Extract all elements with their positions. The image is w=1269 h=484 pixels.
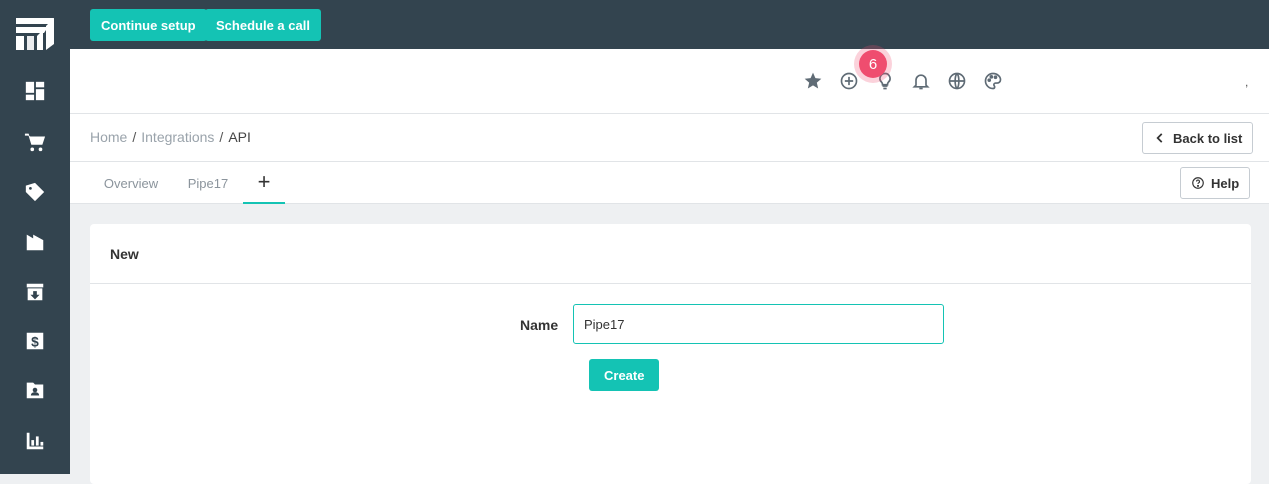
warehouse-icon[interactable] <box>23 230 47 254</box>
inbox-icon[interactable] <box>23 280 47 304</box>
back-to-list-label: Back to list <box>1173 130 1243 146</box>
globe-icon[interactable] <box>946 70 968 92</box>
help-button[interactable]: Help <box>1180 167 1251 199</box>
cart-icon[interactable] <box>23 130 47 154</box>
breadcrumb-bar: Home / Integrations / API Back to list <box>70 114 1269 162</box>
back-to-list-button[interactable]: Back to list <box>1142 122 1254 154</box>
star-icon[interactable] <box>802 70 824 92</box>
chart-icon[interactable] <box>23 429 47 453</box>
card-title: New <box>90 224 1251 284</box>
new-integration-card: New Name Create <box>90 224 1251 484</box>
dollar-icon[interactable]: $ <box>23 329 47 353</box>
breadcrumb-home[interactable]: Home <box>90 129 127 145</box>
notification-count-badge[interactable]: 6 <box>859 50 887 78</box>
tab-bar: Overview Pipe17 + Help <box>70 162 1269 204</box>
header: 6 , <box>70 49 1269 114</box>
palette-icon[interactable] <box>982 70 1004 92</box>
create-button[interactable]: Create <box>589 359 660 391</box>
breadcrumb-separator: / <box>219 129 224 145</box>
name-input[interactable] <box>573 304 944 344</box>
app-logo[interactable] <box>14 14 56 52</box>
continue-setup-button[interactable]: Continue setup <box>90 9 207 41</box>
breadcrumb: Home / Integrations / API <box>90 129 251 145</box>
help-label: Help <box>1211 175 1240 191</box>
schedule-call-button[interactable]: Schedule a call <box>205 9 321 41</box>
tag-icon[interactable] <box>23 180 47 204</box>
sidebar: $ <box>0 0 70 474</box>
svg-text:$: $ <box>31 335 39 350</box>
dashboard-icon[interactable] <box>23 79 47 103</box>
contact-icon[interactable] <box>23 378 47 402</box>
name-label: Name <box>520 317 559 333</box>
header-trailing-mark: , <box>1245 75 1249 89</box>
tab-pipe17[interactable]: Pipe17 <box>178 162 238 204</box>
breadcrumb-current: API <box>228 129 251 145</box>
chevron-left-icon <box>1156 133 1163 143</box>
breadcrumb-integrations[interactable]: Integrations <box>141 129 214 145</box>
tab-overview[interactable]: Overview <box>92 162 170 204</box>
add-circle-icon[interactable] <box>838 70 860 92</box>
top-bar: Continue setup Schedule a call <box>70 0 1269 49</box>
help-circle-icon <box>1192 177 1204 189</box>
bell-icon[interactable] <box>910 70 932 92</box>
tab-add[interactable]: + <box>243 162 285 204</box>
breadcrumb-separator: / <box>132 129 137 145</box>
